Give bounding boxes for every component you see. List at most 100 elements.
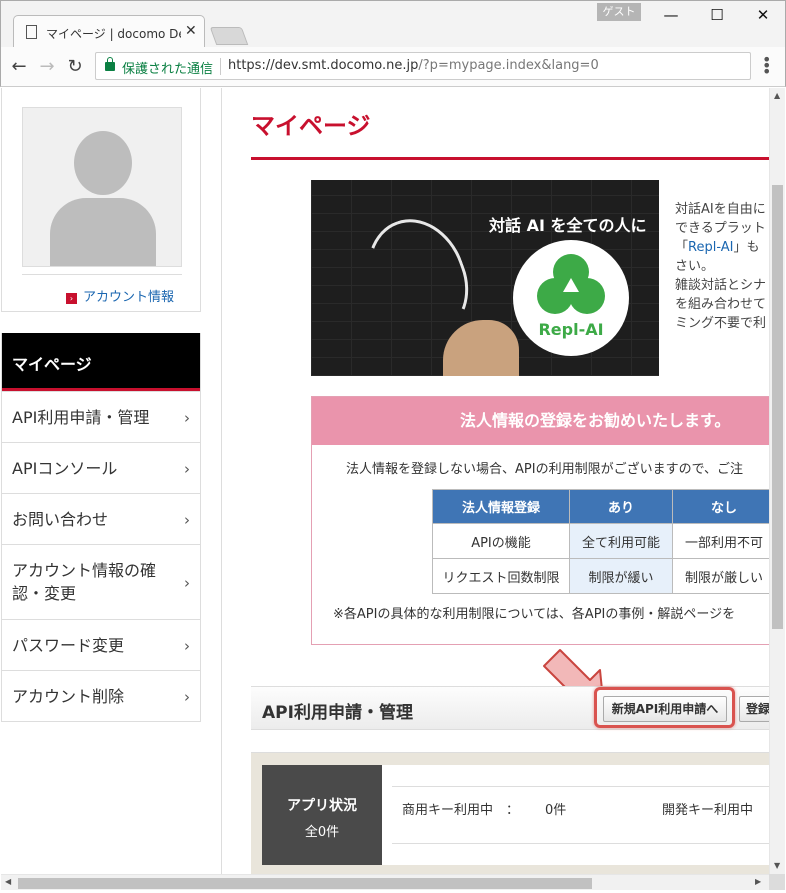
table-header-row: 法人情報登録 あり なし [432,489,769,524]
title-divider [251,157,769,160]
table-header: なし [672,489,769,524]
sidebar-item-api-console[interactable]: APIコンソール › [2,442,200,493]
intro-line: できるプラット [675,221,766,236]
sidebar-item-contact[interactable]: お問い合わせ › [2,493,200,544]
corporate-info-box: 法人情報の登録をお勧めいたします。 法人情報を登録しない場合、APIの利用制限が… [311,396,769,645]
title-bar: マイページ | docomo Devel ✕ ゲスト — ☐ ✕ [0,0,786,49]
chevron-right-icon: › [184,409,190,427]
horizontal-scrollbar[interactable]: ◀ ▶ [1,874,769,890]
lock-icon [105,57,115,71]
arrow-right-icon: › [66,293,77,304]
intro-line: 「Repl-AI」も [675,240,760,255]
tab-title: マイページ | docomo Devel [46,27,181,41]
address-bar[interactable]: 保護された通信 https://dev.smt.docomo.ne.jp/?p=… [95,52,751,80]
sidebar-item-label: お問い合わせ [12,509,109,529]
intro-text: 対話AIを自由に できるプラット 「Repl-AI」も さい。 雑談対話とシナ … [675,200,769,333]
sidebar-item-account-settings[interactable]: アカウント情報の確認・変更 › [2,544,200,619]
repl-ai-logo: Repl-AI [513,240,629,356]
corporate-info-heading: 法人情報の登録をお勧めいたします。 [312,397,769,445]
app-status-body: 商用キー利用中 ： 0件 開発キー利用中 [382,765,769,865]
reload-icon[interactable]: ↻ [65,56,85,77]
app-status-label: アプリ状況 全0件 [262,765,382,865]
avatar [22,107,182,267]
sidebar-item-password[interactable]: パスワード変更 › [2,619,200,670]
sidebar-item-api-application[interactable]: API利用申請・管理 › [2,391,200,442]
table-cell: リクエスト回数制限 [432,558,570,594]
repl-ai-link[interactable]: Repl-AI [688,240,733,255]
new-tab-button[interactable] [209,27,249,45]
sidebar-item-label: アカウント削除 [12,686,125,706]
hero-catchphrase: 対話 AI を全ての人に [489,216,647,235]
scroll-thumb[interactable] [18,878,592,889]
table-cell: 制限が厳しい [672,558,769,594]
chevron-right-icon: › [184,511,190,529]
corporate-info-note: ※各APIの具体的な利用制限については、各APIの事例・解説ページを [333,607,736,622]
account-info-link[interactable]: › アカウント情報 [66,286,174,305]
divider [220,58,221,75]
intro-line: ミング不要で利 [675,316,767,331]
avatar-body [50,198,156,266]
api-section-title: API利用申請・管理 [262,703,413,723]
chevron-right-icon: › [184,688,190,706]
sidebar-item-label: APIコンソール [12,458,118,478]
intro-line: さい。 [675,259,715,274]
table-row: APIの機能 全て利用可能 一部利用不可 [432,523,769,559]
sidebar-item-label: パスワード変更 [12,635,125,655]
url-text[interactable]: https://dev.smt.docomo.ne.jp/?p=mypage.i… [228,58,599,73]
api-management-section: API利用申請・管理 新規API利用申請へ 登録 [251,686,769,730]
scroll-left-icon[interactable]: ◀ [5,877,11,886]
scroll-thumb[interactable] [772,185,783,629]
scroll-down-icon[interactable]: ▼ [774,861,780,870]
intro-line: 対話AIを自由に [675,202,766,217]
hero-banner[interactable]: 対話 AI を全ての人に Repl-AI [311,180,659,376]
minimize-button[interactable]: — [651,4,691,26]
table-cell: 一部利用不可 [672,523,769,559]
chevron-right-icon: › [184,460,190,478]
back-icon[interactable]: ← [9,56,29,77]
vertical-scrollbar[interactable]: ▲ ▼ [769,88,785,874]
sidebar-item-mypage[interactable]: マイページ [2,333,200,391]
chevron-right-icon: › [184,637,190,655]
commercial-key-count: 0件 [545,803,567,818]
limits-table: 法人情報登録 あり なし APIの機能 全て利用可能 一部利用不可 リクエスト回… [432,489,769,594]
chevron-right-icon: › [184,574,190,592]
app-status-count: 全0件 [304,825,340,840]
sidebar-item-label: API利用申請・管理 [12,407,150,427]
scrollbar-corner [769,874,785,890]
scroll-right-icon[interactable]: ▶ [755,877,761,886]
browser-toolbar: ← → ↻ 保護された通信 https://dev.smt.docomo.ne.… [0,47,786,87]
scroll-up-icon[interactable]: ▲ [774,91,780,100]
menu-icon[interactable]: • • • [762,52,771,80]
guest-badge: ゲスト [597,3,641,21]
forward-icon[interactable]: → [37,56,57,77]
maximize-button[interactable]: ☐ [697,4,737,26]
table-cell: 制限が緩い [569,558,673,594]
avatar-head [74,131,132,195]
close-tab-icon[interactable]: ✕ [185,23,197,39]
page-viewport: › アカウント情報 マイページ API利用申請・管理 › APIコンソール › お… [1,88,769,874]
profile-card: › アカウント情報 [1,88,201,312]
dev-key-label: 開発キー利用中 [662,803,754,818]
secure-label: 保護された通信 [122,62,214,77]
divider [22,274,182,275]
document-icon [26,25,37,39]
table-header: 法人情報登録 [432,489,570,524]
logo-text: Repl-AI [538,320,604,339]
corporate-info-text: 法人情報を登録しない場合、APIの利用制限がございますので、ご注 [346,462,744,477]
browser-tab[interactable]: マイページ | docomo Devel ✕ [13,15,205,49]
app-status-title: アプリ状況 [287,798,357,814]
app-status-panel: アプリ状況 全0件 商用キー利用中 ： 0件 開発キー利用中 [251,752,769,874]
intro-line: を組み合わせて [675,297,767,312]
logo-triangle [563,278,579,292]
table-cell: APIの機能 [432,523,570,559]
new-api-application-button[interactable]: 新規API利用申請へ [603,696,727,722]
sidebar-menu: マイページ API利用申請・管理 › APIコンソール › お問い合わせ › ア… [1,333,201,722]
divider [392,843,769,844]
register-button[interactable]: 登録 [739,696,769,722]
window-close-button[interactable]: ✕ [743,4,783,26]
table-row: リクエスト回数制限 制限が緩い 制限が厳しい [432,558,769,594]
main-content: マイページ 対話 AI を全ての人に Repl-AI 対話AIを自由に できるプ… [221,88,769,874]
commercial-key-label: 商用キー利用中 ： [402,803,520,818]
sidebar-item-delete-account[interactable]: アカウント削除 › [2,670,200,721]
page-title: マイページ [251,112,371,140]
